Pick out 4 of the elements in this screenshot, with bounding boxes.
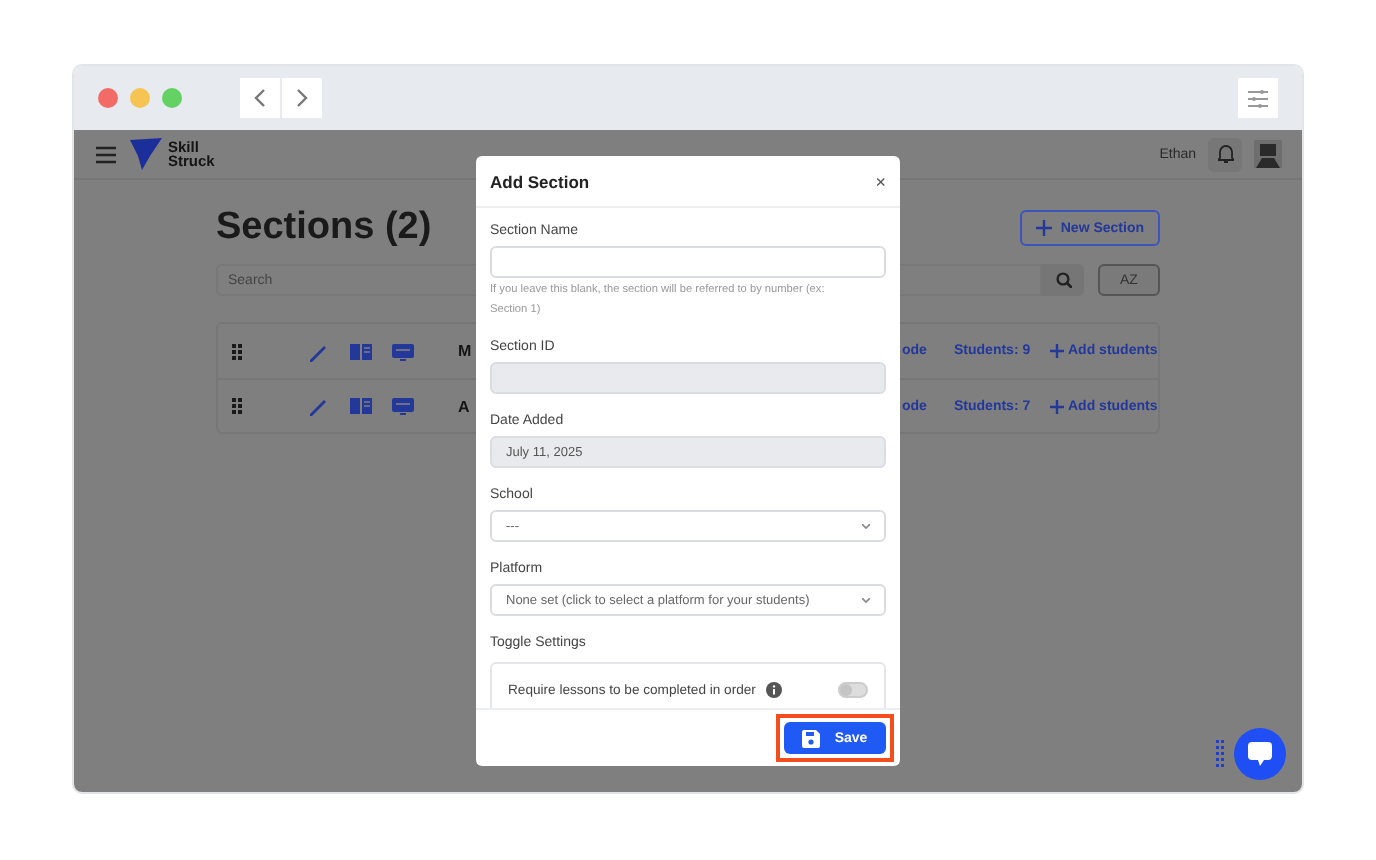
page-title: Sections (2) (216, 206, 432, 250)
dialog-title: Add Section (490, 171, 590, 191)
section-name: M (458, 342, 472, 360)
section-name: A (458, 397, 470, 415)
